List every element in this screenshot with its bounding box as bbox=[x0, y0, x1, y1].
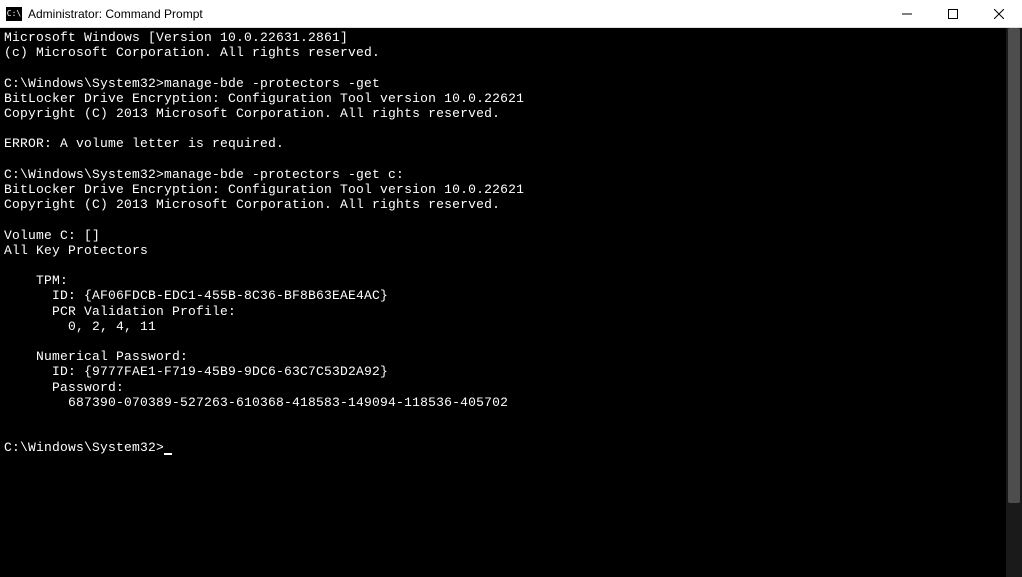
maximize-button[interactable] bbox=[930, 0, 976, 27]
terminal-area: Microsoft Windows [Version 10.0.22631.28… bbox=[0, 28, 1022, 577]
window-controls bbox=[884, 0, 1022, 27]
scrollbar[interactable] bbox=[1006, 28, 1022, 577]
maximize-icon bbox=[948, 9, 958, 19]
minimize-icon bbox=[902, 9, 912, 19]
window-title: Administrator: Command Prompt bbox=[28, 7, 884, 21]
minimize-button[interactable] bbox=[884, 0, 930, 27]
scrollbar-thumb[interactable] bbox=[1008, 28, 1020, 503]
terminal-output[interactable]: Microsoft Windows [Version 10.0.22631.28… bbox=[0, 28, 1006, 577]
titlebar: C:\ Administrator: Command Prompt bbox=[0, 0, 1022, 28]
cursor bbox=[164, 453, 172, 455]
close-button[interactable] bbox=[976, 0, 1022, 27]
cmd-icon: C:\ bbox=[6, 6, 22, 22]
close-icon bbox=[994, 9, 1004, 19]
